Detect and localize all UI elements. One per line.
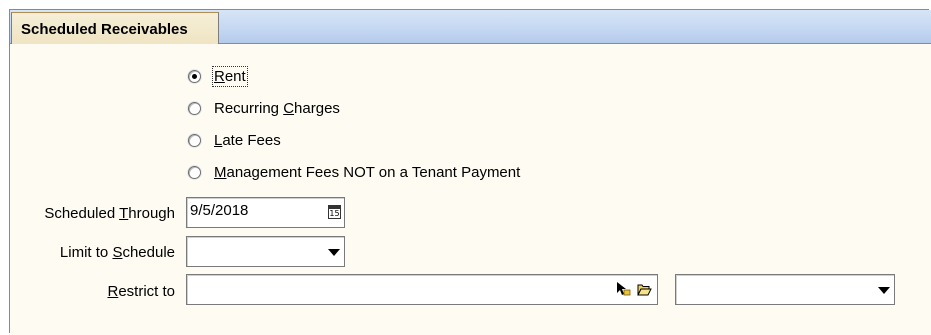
radio-button-rent[interactable] xyxy=(188,69,201,83)
radio-button-recurring-charges[interactable] xyxy=(188,101,201,115)
limit-to-schedule-select[interactable] xyxy=(186,236,345,267)
chevron-down-icon[interactable] xyxy=(328,249,340,256)
scheduled-through-label: Scheduled Through xyxy=(44,205,175,222)
restrict-to-label: Restrict to xyxy=(107,283,175,300)
pointer-lookup-icon[interactable] xyxy=(616,281,631,297)
radio-label-late-fees: Late Fees xyxy=(214,131,281,149)
calendar-icon[interactable]: 15 xyxy=(328,205,341,219)
radio-button-late-fees[interactable] xyxy=(188,133,201,147)
restrict-to-type-select[interactable] xyxy=(675,274,895,305)
scheduled-through-date-input[interactable]: 9/5/2018 15 xyxy=(186,197,345,228)
radio-option-rent[interactable]: Rent xyxy=(188,65,248,87)
radio-label-management-fees: Management Fees NOT on a Tenant Payment xyxy=(214,163,521,181)
radio-label-rent: Rent xyxy=(212,65,248,87)
radio-option-late-fees[interactable]: Late Fees xyxy=(188,130,281,150)
scheduled-through-value: 9/5/2018 xyxy=(190,202,249,219)
folder-open-icon[interactable] xyxy=(637,281,652,297)
restrict-to-input[interactable] xyxy=(186,274,658,305)
radio-option-management-fees[interactable]: Management Fees NOT on a Tenant Payment xyxy=(188,162,520,182)
tab-scheduled-receivables[interactable]: Scheduled Receivables xyxy=(11,12,219,45)
limit-to-schedule-label: Limit to Schedule xyxy=(59,244,175,261)
radio-label-recurring-charges: Recurring Charges xyxy=(214,99,340,117)
chevron-down-icon[interactable] xyxy=(878,287,890,294)
tab-label: Scheduled Receivables xyxy=(21,21,188,38)
radio-button-management-fees[interactable] xyxy=(188,165,201,179)
radio-option-recurring-charges[interactable]: Recurring Charges xyxy=(188,98,340,118)
